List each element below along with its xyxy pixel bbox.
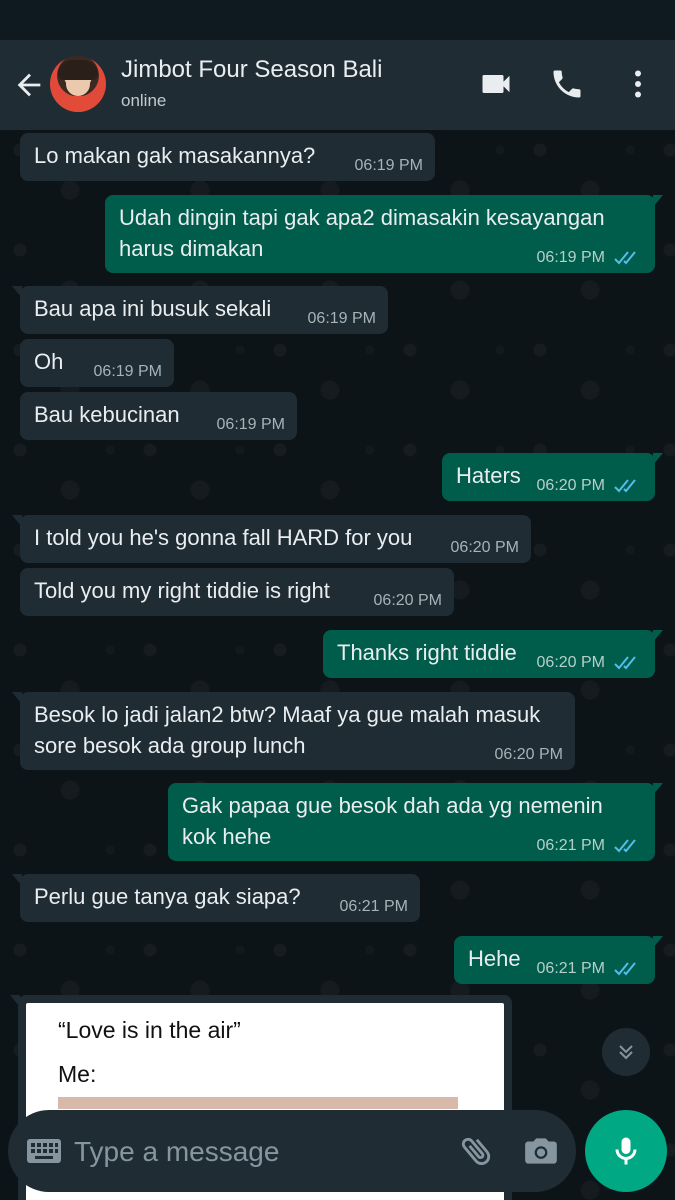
double-check-icon: [614, 962, 636, 976]
message-time: 06:19 PM: [93, 363, 162, 380]
message-time: 06:19 PM: [307, 310, 376, 327]
message-composer: [8, 1110, 576, 1192]
message-bubble-incoming[interactable]: Perlu gue tanya gak siapa? 06:21 PM: [12, 874, 420, 922]
message-time: 06:19 PM: [216, 416, 285, 433]
mic-icon: [615, 1137, 637, 1165]
image-caption-line: “Love is in the air”: [58, 1017, 241, 1043]
message-text: Besok lo jadi jalan2 btw? Maaf ya gue ma…: [34, 702, 541, 758]
status-bar: [0, 0, 675, 40]
image-photo-strip: [58, 1097, 458, 1109]
message-bubble-outgoing[interactable]: Haters 06:20 PM: [442, 453, 663, 501]
message-bubble-outgoing[interactable]: Gak papaa gue besok dah ada yg nemenin k…: [168, 783, 663, 861]
arrow-back-icon[interactable]: [12, 68, 46, 102]
message-input[interactable]: [72, 1130, 436, 1174]
message-bubble-outgoing[interactable]: Thanks right tiddie 06:20 PM: [323, 630, 663, 678]
message-time: 06:21 PM: [339, 898, 408, 915]
message-bubble-incoming[interactable]: I told you he's gonna fall HARD for you …: [12, 515, 531, 563]
message-time: 06:20 PM: [536, 477, 605, 494]
double-check-icon: [614, 656, 636, 670]
message-bubble-incoming[interactable]: Lo makan gak masakannya? 06:19 PM: [20, 133, 435, 181]
chat-area[interactable]: Lo makan gak masakannya? 06:19 PM Udah d…: [0, 130, 675, 1200]
message-time: 06:21 PM: [536, 837, 605, 854]
message-time: 06:19 PM: [536, 249, 605, 266]
chevron-double-down-icon: [619, 1045, 633, 1060]
camera-icon[interactable]: [522, 1132, 560, 1170]
message-bubble-incoming[interactable]: Besok lo jadi jalan2 btw? Maaf ya gue ma…: [12, 692, 575, 770]
message-time: 06:20 PM: [536, 654, 605, 671]
message-bubble-incoming[interactable]: Told you my right tiddie is right 06:20 …: [20, 568, 454, 616]
double-check-icon: [614, 251, 636, 265]
phone-icon[interactable]: [549, 66, 585, 102]
image-caption-line: Me:: [58, 1061, 97, 1087]
paperclip-icon[interactable]: [458, 1132, 496, 1170]
video-call-icon[interactable]: [478, 66, 514, 102]
message-bubble-incoming[interactable]: Bau apa ini busuk sekali 06:19 PM: [12, 286, 388, 334]
message-text: I told you he's gonna fall HARD for you: [34, 525, 413, 550]
message-time: 06:20 PM: [373, 592, 442, 609]
mic-button[interactable]: [585, 1110, 667, 1192]
double-check-icon: [614, 479, 636, 493]
double-check-icon: [614, 839, 636, 853]
message-bubble-incoming[interactable]: Bau kebucinan 06:19 PM: [20, 392, 297, 440]
message-time: 06:21 PM: [536, 960, 605, 977]
message-bubble-outgoing[interactable]: Hehe 06:21 PM: [454, 936, 663, 984]
scroll-to-bottom-button[interactable]: [602, 1028, 650, 1076]
contact-status: online: [121, 91, 167, 110]
message-bubble-incoming[interactable]: Oh 06:19 PM: [20, 339, 174, 387]
message-time: 06:20 PM: [494, 746, 563, 763]
contact-name[interactable]: Jimbot Four Season Bali: [121, 56, 382, 84]
message-bubble-outgoing[interactable]: Udah dingin tapi gak apa2 dimasakin kesa…: [105, 195, 663, 273]
message-time: 06:20 PM: [450, 539, 519, 556]
message-time: 06:19 PM: [354, 157, 423, 174]
keyboard-icon[interactable]: [26, 1138, 62, 1164]
more-vert-icon[interactable]: [620, 66, 656, 102]
avatar[interactable]: [50, 56, 106, 112]
chat-header: Jimbot Four Season Bali online: [0, 40, 675, 130]
